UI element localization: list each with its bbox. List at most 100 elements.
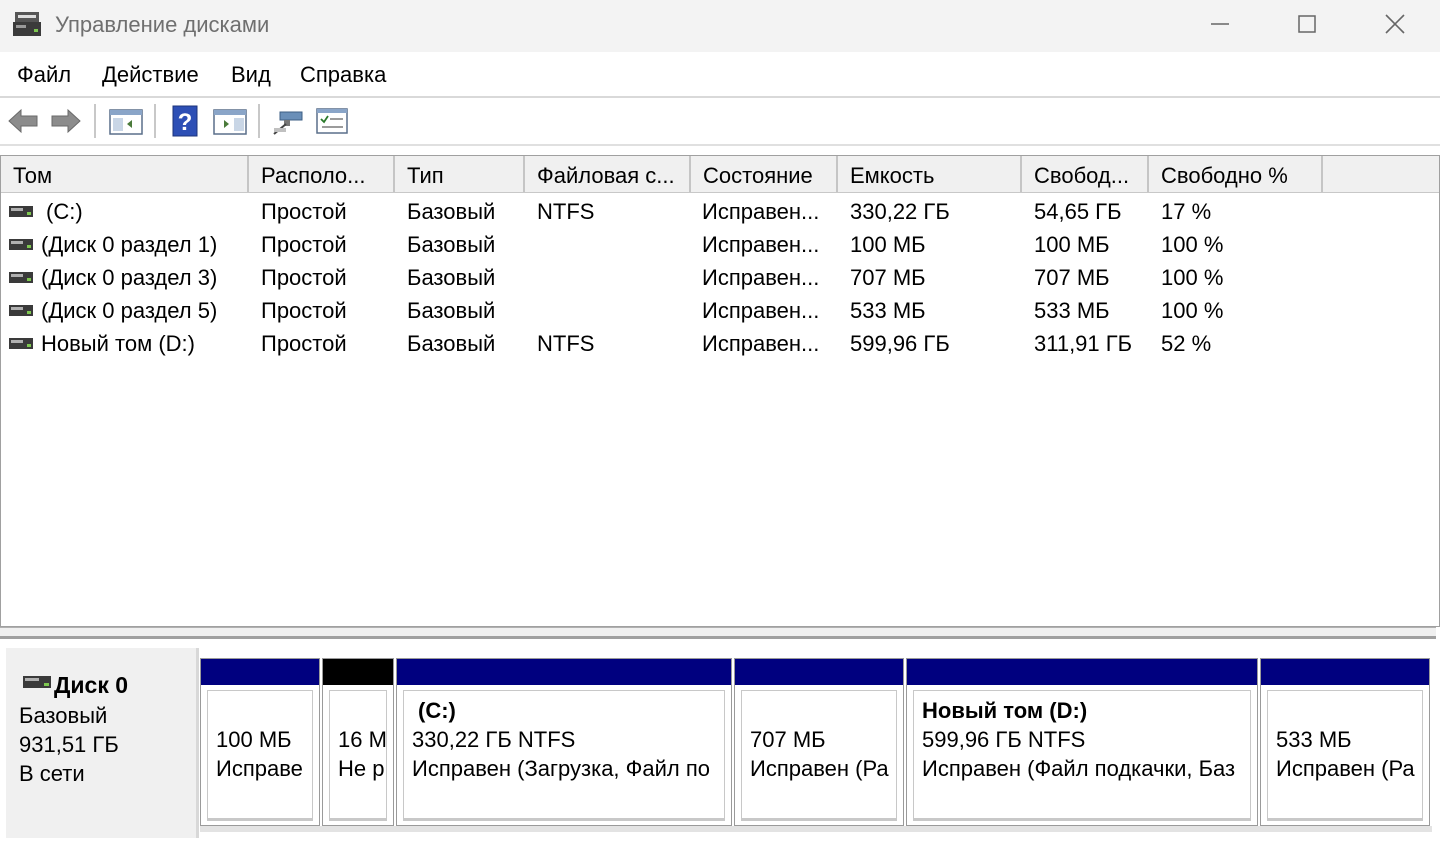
volume-name: Новый том (D:) — [41, 331, 195, 356]
volume-free-space: 54,65 ГБ — [1034, 199, 1122, 224]
disk-management-icon — [13, 12, 41, 36]
close-icon — [1385, 14, 1405, 34]
volume-capacity: 533 МБ — [850, 298, 926, 323]
back-arrow-icon[interactable] — [5, 104, 41, 138]
toolbar: ? — [0, 98, 1440, 146]
volume-name: (Диск 0 раздел 1) — [41, 232, 218, 257]
volume-free-space: 707 МБ — [1034, 265, 1110, 290]
volume-percent-free: 100 % — [1161, 298, 1224, 323]
partition-bar — [1261, 659, 1429, 685]
menu-bar: Файл Действие Вид Справка — [0, 52, 1440, 98]
partition-size: 707 МБ — [750, 727, 826, 752]
volume-status: Исправен... — [702, 331, 820, 356]
volume-percent-free: 17 % — [1161, 199, 1212, 224]
volume-type: Базовый — [407, 232, 496, 257]
partition-block[interactable]: (C:) 330,22 ГБ NTFS Исправен (Загрузка, … — [396, 658, 732, 826]
volume-capacity: 100 МБ — [850, 232, 926, 257]
svg-text:?: ? — [178, 109, 193, 136]
volume-free-space: 311,91 ГБ — [1034, 331, 1133, 356]
column-header-type[interactable]: Тип — [395, 156, 525, 192]
partition-content: 16 М Не р — [329, 690, 387, 821]
partition-bar — [735, 659, 903, 685]
volume-status: Исправен... — [702, 199, 820, 224]
volume-layout: Простой — [261, 331, 347, 356]
partition-status: Исправен (Загрузка, Файл по — [412, 756, 710, 781]
volume-layout: Простой — [261, 232, 347, 257]
column-header-filesystem[interactable]: Файловая с... — [525, 156, 691, 192]
disk-label[interactable]: Диск 0 Базовый 931,51 ГБ В сети — [6, 648, 199, 838]
partition-block[interactable]: 16 М Не р — [322, 658, 394, 826]
partition-content: 100 МБ Исправе — [207, 690, 313, 821]
partition-size: 16 М — [338, 727, 387, 752]
drive-icon — [9, 338, 33, 349]
partition-size: 533 МБ — [1276, 727, 1352, 752]
partition-status: Исправен (Ра — [1276, 756, 1415, 781]
volume-row[interactable]: (Диск 0 раздел 5) Простой Базовый Исправ… — [1, 294, 1439, 327]
volume-row[interactable]: (Диск 0 раздел 3) Простой Базовый Исправ… — [1, 261, 1439, 294]
console-tree-icon[interactable] — [108, 104, 144, 138]
drive-icon — [9, 206, 33, 217]
properties-icon[interactable] — [314, 104, 350, 138]
column-header-percent-free[interactable]: Свободно % — [1149, 156, 1323, 192]
volume-percent-free: 52 % — [1161, 331, 1212, 356]
partition-block[interactable]: 707 МБ Исправен (Ра — [734, 658, 904, 826]
disk-map-bottom-border — [200, 826, 1432, 832]
menu-view[interactable]: Вид — [231, 62, 271, 88]
minimize-icon — [1211, 23, 1229, 25]
action-pane-icon[interactable] — [212, 104, 248, 138]
partition-status: Исправен (Ра — [750, 756, 889, 781]
toolbar-separator — [258, 104, 260, 138]
connect-icon[interactable] — [270, 104, 306, 138]
volume-list[interactable]: Том Располо... Тип Файловая с... Состоян… — [0, 155, 1440, 627]
partition-content: 533 МБ Исправен (Ра — [1267, 690, 1423, 821]
close-button[interactable] — [1365, 0, 1425, 48]
column-header-capacity[interactable]: Емкость — [838, 156, 1022, 192]
volume-type: Базовый — [407, 331, 496, 356]
disk-status: В сети — [19, 761, 85, 786]
column-header-volume[interactable]: Том — [1, 156, 249, 192]
disk-icon — [23, 676, 51, 688]
forward-arrow-icon[interactable] — [48, 104, 84, 138]
volume-list-header: Том Располо... Тип Файловая с... Состоян… — [1, 156, 1439, 193]
volume-row[interactable]: (Диск 0 раздел 1) Простой Базовый Исправ… — [1, 228, 1439, 261]
maximize-icon — [1298, 15, 1316, 33]
partition-bar — [323, 659, 393, 685]
drive-icon — [9, 239, 33, 250]
drive-icon — [9, 305, 33, 316]
partition-bar — [907, 659, 1257, 685]
pane-splitter[interactable] — [0, 627, 1436, 639]
volume-status: Исправен... — [702, 232, 820, 257]
volume-status: Исправен... — [702, 298, 820, 323]
column-header-free-space[interactable]: Свобод... — [1022, 156, 1149, 192]
partition-block[interactable]: Новый том (D:) 599,96 ГБ NTFS Исправен (… — [906, 658, 1258, 826]
toolbar-separator — [154, 104, 156, 138]
partition-content: Новый том (D:) 599,96 ГБ NTFS Исправен (… — [913, 690, 1251, 821]
menu-action[interactable]: Действие — [102, 62, 199, 88]
help-icon[interactable]: ? — [168, 104, 204, 138]
partition-block[interactable]: 533 МБ Исправен (Ра — [1260, 658, 1430, 826]
partition-bar — [201, 659, 319, 685]
minimize-button[interactable] — [1190, 0, 1250, 48]
column-header-layout[interactable]: Располо... — [249, 156, 395, 192]
volume-capacity: 707 МБ — [850, 265, 926, 290]
column-header-status[interactable]: Состояние — [691, 156, 838, 192]
disk-size: 931,51 ГБ — [19, 732, 119, 757]
partition-bar — [397, 659, 731, 685]
menu-help[interactable]: Справка — [300, 62, 386, 88]
menu-file[interactable]: Файл — [17, 62, 71, 88]
disk-name: Диск 0 — [54, 672, 129, 698]
volume-capacity: 599,96 ГБ — [850, 331, 950, 356]
volume-percent-free: 100 % — [1161, 265, 1224, 290]
volume-row[interactable]: Новый том (D:) Простой Базовый NTFS Испр… — [1, 327, 1439, 360]
partition-status: Исправе — [216, 756, 303, 781]
maximize-button[interactable] — [1277, 0, 1337, 48]
volume-row[interactable]: (C:) Простой Базовый NTFS Исправен... 33… — [1, 195, 1439, 228]
partition-size: 100 МБ — [216, 727, 292, 752]
volume-capacity: 330,22 ГБ — [850, 199, 950, 224]
toolbar-separator — [94, 104, 96, 138]
partition-content: (C:) 330,22 ГБ NTFS Исправен (Загрузка, … — [403, 690, 725, 821]
partition-size: 330,22 ГБ NTFS — [412, 727, 576, 752]
volume-filesystem: NTFS — [537, 331, 595, 356]
partition-block[interactable]: 100 МБ Исправе — [200, 658, 320, 826]
volume-percent-free: 100 % — [1161, 232, 1224, 257]
